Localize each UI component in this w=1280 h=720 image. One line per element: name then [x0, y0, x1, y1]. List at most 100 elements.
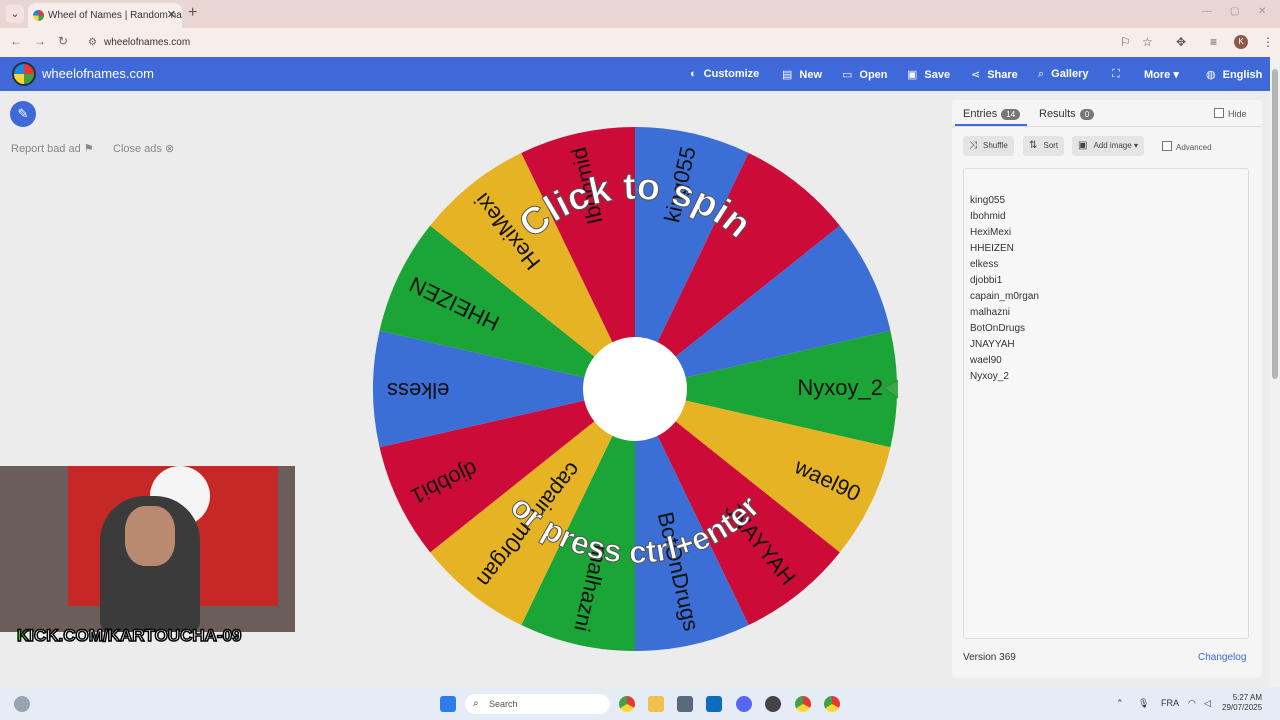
list-item: Ibohmid: [970, 211, 1006, 222]
wifi-icon[interactable]: ◠: [1188, 698, 1196, 709]
app-header: wheelofnames.com ◐ Customize ▤ New ▭ Open ▣…: [0, 57, 1270, 91]
favicon-icon: [33, 10, 44, 21]
share-icon: ⋖: [971, 69, 981, 81]
chrome-profile-icon[interactable]: [795, 696, 811, 712]
list-item: capain_m0rgan: [970, 291, 1039, 302]
shuffle-icon: ⤨: [969, 140, 977, 151]
address-bar-row: ← → ↻ ⚙ wheelofnames.com ⚐ ☆ ✥ ≡ ⋮: [0, 28, 1280, 57]
discord-icon[interactable]: [736, 696, 752, 712]
new-tab-button[interactable]: +: [188, 4, 197, 22]
advanced-checkbox[interactable]: Advanced: [1162, 141, 1212, 152]
list-item: elkess: [970, 259, 999, 270]
wheel-svg[interactable]: Nyxoy_2wael90JNAYYAHBotOnDrugsmalhaznica…: [372, 126, 921, 652]
save-button[interactable]: ▣ Save: [907, 68, 950, 81]
wheel-center[interactable]: [583, 337, 687, 441]
fullscreen-icon: ⛶: [1112, 68, 1120, 80]
customize-button[interactable]: ◐ Customize: [690, 68, 759, 80]
windows-start-icon[interactable]: [440, 696, 456, 712]
more-button[interactable]: More ▾: [1144, 68, 1179, 81]
minimize-icon[interactable]: —: [1202, 6, 1212, 17]
scrollbar-thumb[interactable]: [1272, 69, 1278, 379]
streamer-face: [125, 506, 175, 566]
wheel[interactable]: Nyxoy_2 wael90 JNAYYAH BotOnDrugs malhazni ca…: [372, 126, 921, 652]
language-button[interactable]: ◍ English: [1206, 68, 1262, 81]
file-explorer-icon[interactable]: [648, 696, 664, 712]
entries-count-badge: 14: [1001, 109, 1021, 120]
shuffle-button[interactable]: ⤨ Shuffle: [963, 136, 1014, 156]
back-icon[interactable]: ←: [10, 34, 22, 48]
fullscreen-button[interactable]: ⛶: [1112, 68, 1127, 81]
url-text: wheelofnames.com: [104, 37, 191, 48]
list-item: malhazni: [970, 307, 1011, 318]
chevron-down-icon: ▾: [1133, 141, 1138, 150]
list-item: HHEIZEN: [970, 243, 1014, 254]
translate-icon[interactable]: ⚐: [1120, 35, 1131, 49]
clock-date: 29/07/2025: [1222, 703, 1263, 712]
clock-time: 5:27 AM: [1232, 693, 1263, 702]
url-field[interactable]: ⚙ wheelofnames.com: [80, 31, 1110, 54]
open-button[interactable]: ▭ Open: [842, 68, 888, 81]
outlook-icon[interactable]: [706, 696, 722, 712]
taskbar-search-input[interactable]: ⌕ Search: [465, 694, 610, 714]
entries-textarea[interactable]: king055 Ibohmid HexiMexi HHEIZEN elkess …: [963, 168, 1249, 639]
chrome-profile-2-icon[interactable]: [824, 696, 840, 712]
browser-tab-strip: ⌄ Wheel of Names | Random nam ✕ + — ▢ ✕: [0, 0, 1280, 28]
folder-icon: ▭: [842, 69, 853, 81]
add-image-button[interactable]: ▣ Add image ▾: [1072, 136, 1144, 156]
chevron-down-icon: ▾: [1173, 69, 1179, 81]
extensions-icon[interactable]: ✥: [1176, 35, 1186, 49]
store-icon[interactable]: [677, 696, 693, 712]
sort-icon: ⇅: [1029, 140, 1038, 151]
gallery-button[interactable]: ⌕ Gallery: [1038, 68, 1088, 81]
browser-tab[interactable]: Wheel of Names | Random nam ✕: [28, 3, 182, 28]
volume-icon[interactable]: ◁: [1204, 698, 1211, 709]
new-button[interactable]: ▤ New: [782, 68, 822, 81]
report-bad-ad-link[interactable]: Report bad ad ⚑: [11, 142, 94, 155]
tab-close-icon[interactable]: ✕: [167, 3, 176, 28]
browser-menu-icon[interactable]: ⋮: [1262, 35, 1274, 49]
hide-checkbox[interactable]: Hide: [1214, 108, 1247, 119]
media-icon[interactable]: ≡: [1210, 35, 1217, 49]
tab-search-dropdown-icon[interactable]: ⌄: [6, 5, 24, 23]
save-icon: ▣: [907, 69, 918, 81]
file-icon: ▤: [782, 69, 793, 81]
list-item: HexiMexi: [970, 227, 1012, 238]
language-indicator[interactable]: FRA: [1161, 698, 1179, 708]
tray-chevron-icon[interactable]: ⌃: [1116, 698, 1124, 709]
webcam-overlay: [0, 466, 295, 632]
version-label: Version 369: [963, 652, 1016, 663]
widgets-icon[interactable]: [14, 696, 30, 712]
tab-title: Wheel of Names | Random nam: [48, 10, 182, 21]
forward-icon[interactable]: →: [34, 34, 46, 48]
entries-panel: Entries 14 Results 0 Hide ⤨ Shuffle ⇅ Sort ▣…: [952, 100, 1262, 678]
results-count-badge: 0: [1079, 109, 1095, 120]
list-item: Nyxoy_2: [970, 371, 1009, 382]
window-close-icon[interactable]: ✕: [1258, 6, 1266, 17]
os-taskbar: ⌕ Search ⌃ 🎙 FRA ◠ ◁ 5:27 AM 29/07/2025: [0, 688, 1280, 720]
microphone-icon[interactable]: 🎙: [1138, 698, 1149, 709]
page-scrollbar[interactable]: [1270, 57, 1280, 687]
edit-pencil-button[interactable]: ✎: [10, 101, 36, 127]
chrome-icon[interactable]: [619, 696, 635, 712]
bookmark-star-icon[interactable]: ☆: [1142, 35, 1153, 49]
close-ads-link[interactable]: Close ads ⊗: [113, 142, 174, 155]
tab-results[interactable]: Results 0: [1039, 108, 1095, 120]
share-button[interactable]: ⋖ Share: [971, 68, 1018, 81]
system-clock[interactable]: 5:27 AM 29/07/2025: [1222, 693, 1262, 713]
brand-name[interactable]: wheelofnames.com: [42, 66, 154, 81]
tab-entries[interactable]: Entries 14: [963, 108, 1021, 120]
obs-icon[interactable]: [765, 696, 781, 712]
reload-icon[interactable]: ↻: [58, 34, 68, 48]
list-item: JNAYYAH: [970, 339, 1015, 350]
maximize-icon[interactable]: ▢: [1230, 6, 1239, 17]
close-circle-icon: ⊗: [164, 143, 175, 155]
palette-icon: ◐: [690, 68, 697, 80]
wheel-logo-icon[interactable]: [12, 62, 36, 86]
profile-avatar[interactable]: K: [1234, 35, 1248, 49]
list-item: djobbi1: [970, 275, 1003, 286]
tab-divider: [952, 126, 1262, 127]
sort-button[interactable]: ⇅ Sort: [1023, 136, 1065, 156]
image-icon: ▣: [1078, 140, 1088, 151]
changelog-link[interactable]: Changelog: [1198, 652, 1246, 663]
site-info-icon[interactable]: ⚙: [88, 31, 97, 54]
